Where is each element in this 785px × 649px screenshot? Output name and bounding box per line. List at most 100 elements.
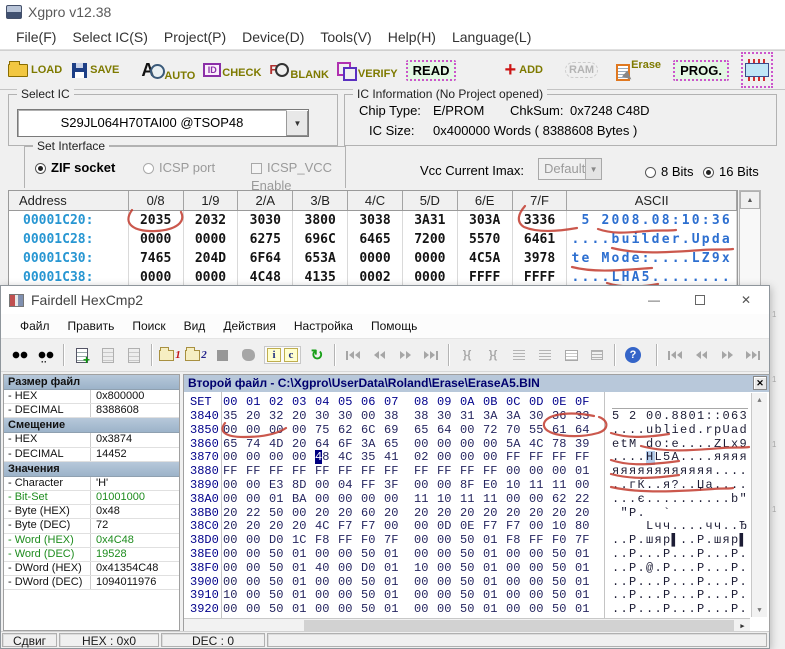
ascii-char[interactable]: є <box>638 493 647 507</box>
ascii-char[interactable]: . <box>612 562 621 576</box>
ascii-char[interactable]: l <box>663 424 672 438</box>
hex-row[interactable]: 386065744D20646F3A65000000005A4C7839etM … <box>184 438 769 452</box>
ascii-char[interactable]: я <box>680 465 689 479</box>
ascii-char[interactable]: р <box>663 534 672 548</box>
byte-cell[interactable]: 20 <box>292 410 315 424</box>
bits16-radio[interactable]: 16 Bits <box>703 163 759 181</box>
read-button[interactable]: READ <box>406 60 457 81</box>
byte-cell[interactable]: 10 <box>437 493 460 507</box>
ascii-char[interactable]: . <box>714 562 723 576</box>
ascii-char[interactable]: . <box>706 438 715 452</box>
byte-cell[interactable]: 32 <box>269 410 292 424</box>
hex-row[interactable]: 38500000000075626C696564007270556164....… <box>184 424 769 438</box>
byte-cell[interactable]: 01 <box>384 589 407 603</box>
ascii-char[interactable]: Р <box>663 562 672 576</box>
byte-cell[interactable]: 20 <box>483 507 506 521</box>
byte-cell[interactable]: 00 <box>223 451 246 465</box>
byte-cell[interactable]: 20 <box>437 507 460 521</box>
address-cell[interactable]: 00001C20: <box>9 211 129 230</box>
word-cell[interactable]: 7465 <box>129 249 184 268</box>
byte-cell[interactable]: 01 <box>483 562 506 576</box>
menu-item[interactable]: File(F) <box>8 29 64 45</box>
hex-row[interactable]: 384035203220303000383830313A3A3036335 2 … <box>184 410 769 424</box>
byte-cell[interactable]: 64 <box>575 424 598 438</box>
byte-cell[interactable]: 00 <box>246 451 269 465</box>
byte-cell[interactable]: 4C <box>529 438 552 452</box>
ascii-char[interactable]: i <box>672 424 681 438</box>
byte-cell[interactable]: 00 <box>460 451 483 465</box>
ascii-char[interactable] <box>672 507 681 521</box>
byte-cell[interactable]: FF <box>361 479 384 493</box>
ascii-char[interactable] <box>723 507 732 521</box>
byte-cell[interactable]: 50 <box>460 589 483 603</box>
ascii-char[interactable]: t <box>621 438 630 452</box>
byte-cell[interactable]: 00 <box>506 562 529 576</box>
byte-cell[interactable]: 00 <box>414 603 437 617</box>
ascii-char[interactable]: P <box>663 603 672 617</box>
ascii-char[interactable] <box>629 520 638 534</box>
byte-cell[interactable]: 20 <box>292 520 315 534</box>
byte-cell[interactable]: 00 <box>361 493 384 507</box>
byte-cell[interactable]: 00 <box>223 479 246 493</box>
byte-cell[interactable]: 00 <box>437 589 460 603</box>
byte-cell[interactable]: FF <box>575 451 598 465</box>
byte-cell[interactable]: 50 <box>361 589 384 603</box>
word-cell[interactable]: 3800 <box>293 211 348 230</box>
byte-cell[interactable]: 50 <box>552 576 575 590</box>
ascii-char[interactable]: . <box>672 493 681 507</box>
byte-cell[interactable]: 00 <box>529 548 552 562</box>
ascii-char[interactable]: r <box>706 424 715 438</box>
byte-cell[interactable]: 00 <box>529 562 552 576</box>
ascii-char[interactable]: P <box>697 562 706 576</box>
byte-cell[interactable]: 01 <box>292 548 315 562</box>
byte-cell[interactable]: 00 <box>338 589 361 603</box>
scroll-up-icon[interactable]: ▲ <box>740 191 760 209</box>
find-next-button[interactable] <box>33 343 59 367</box>
byte-cell[interactable]: 64 <box>437 424 460 438</box>
byte-cell[interactable]: 00 <box>414 520 437 534</box>
ascii-char[interactable]: . <box>689 479 698 493</box>
byte-cell[interactable]: 00 <box>269 424 292 438</box>
byte-cell[interactable]: 00 <box>223 493 246 507</box>
scroll-down-icon[interactable]: ▼ <box>752 603 767 617</box>
byte-cell[interactable]: FF <box>552 451 575 465</box>
byte-cell[interactable]: 50 <box>552 562 575 576</box>
ascii-char[interactable]: я <box>740 451 749 465</box>
byte-cell[interactable]: 00 <box>437 562 460 576</box>
ascii-char[interactable]: . <box>706 493 715 507</box>
byte-cell[interactable]: 01 <box>575 562 598 576</box>
byte-cell[interactable]: FF <box>269 465 292 479</box>
byte-cell[interactable]: 00 <box>414 589 437 603</box>
ascii-char[interactable]: . <box>646 548 655 562</box>
ascii-char[interactable] <box>655 507 664 521</box>
ascii-char[interactable]: M <box>629 438 638 452</box>
ascii-char[interactable] <box>621 410 630 424</box>
ascii-char[interactable]: я <box>723 451 732 465</box>
menu-item[interactable]: Настройка <box>285 319 362 333</box>
ascii-char[interactable]: : <box>714 410 723 424</box>
byte-cell[interactable]: FF <box>292 465 315 479</box>
byte-cell[interactable]: 01 <box>575 465 598 479</box>
compare-icon[interactable]: c <box>284 348 298 362</box>
byte-cell[interactable]: 00 <box>506 465 529 479</box>
ascii-char[interactable] <box>689 507 698 521</box>
ascii-char[interactable]: ч <box>663 520 672 534</box>
ascii-char[interactable]: L <box>655 451 664 465</box>
ascii-char[interactable]: 0 <box>723 410 732 424</box>
ascii-char[interactable]: . <box>629 493 638 507</box>
ascii-char[interactable]: . <box>612 534 621 548</box>
ascii-char[interactable]: . <box>621 479 630 493</box>
ascii-char[interactable]: . <box>621 424 630 438</box>
xgpro-hex-table[interactable]: Address0/81/92/A3/B4/C5/D6/E7/FASCII0000… <box>8 190 738 288</box>
word-cell[interactable]: 696C <box>293 230 348 249</box>
ascii-char[interactable]: . <box>697 451 706 465</box>
ascii-char[interactable] <box>638 520 647 534</box>
byte-cell[interactable]: 80 <box>575 520 598 534</box>
vcc-imax-combo[interactable]: Default ▼ <box>538 158 602 180</box>
ascii-char[interactable]: P <box>629 548 638 562</box>
ascii-char[interactable]: b <box>731 493 740 507</box>
refresh-button[interactable]: ↻ <box>304 343 330 367</box>
ascii-char[interactable]: я <box>638 465 647 479</box>
menu-item[interactable]: Править <box>59 319 124 333</box>
ascii-char[interactable]: . <box>723 465 732 479</box>
